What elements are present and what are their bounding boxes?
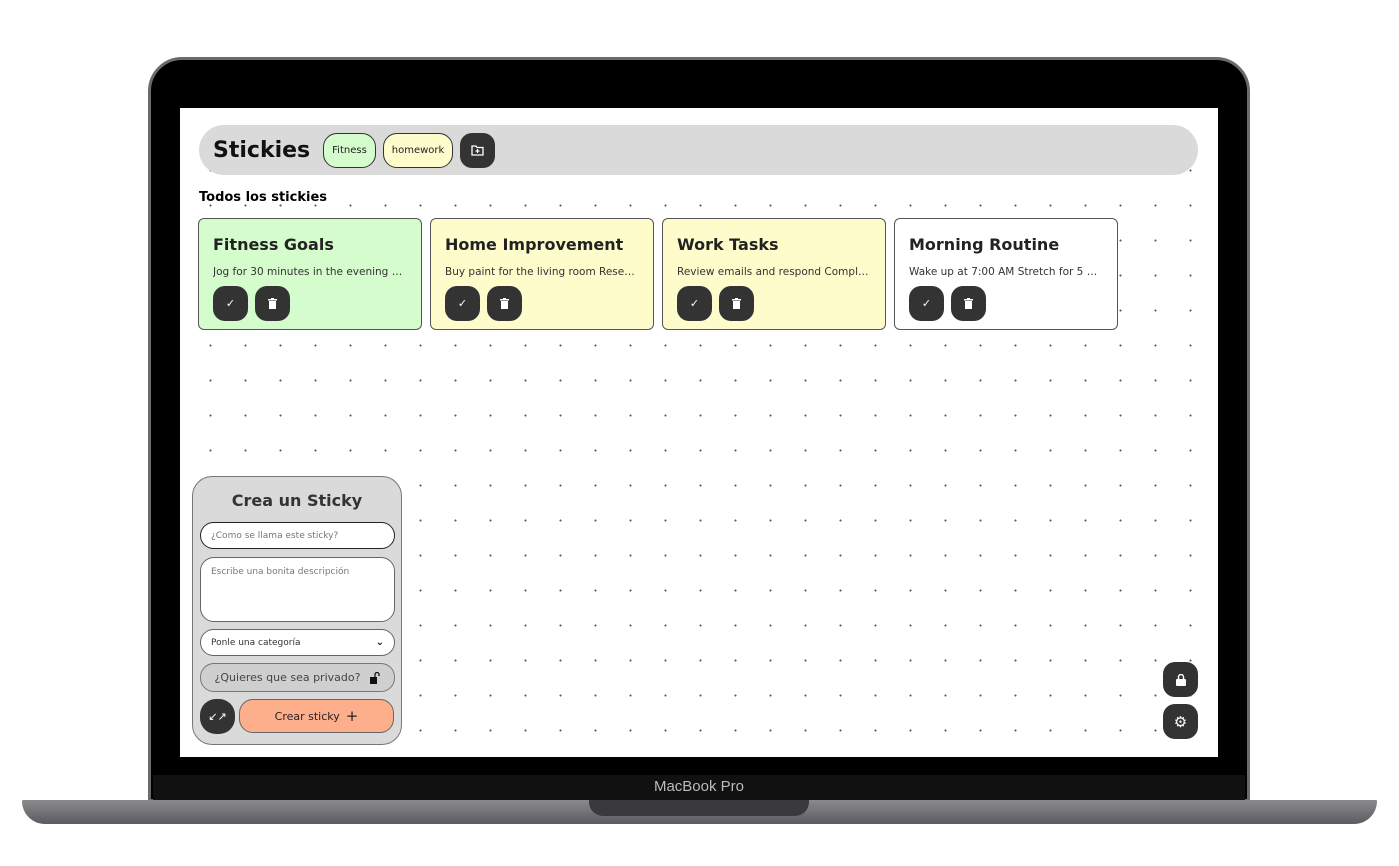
settings-button[interactable]: ⚙ bbox=[1163, 704, 1198, 739]
check-icon: ✓ bbox=[225, 297, 236, 310]
sticky-description: Wake up at 7:00 AM Stretch for 5 minu... bbox=[909, 266, 1103, 278]
device-label: MacBook Pro bbox=[653, 778, 745, 795]
lock-button[interactable] bbox=[1163, 662, 1198, 697]
trash-icon bbox=[268, 298, 277, 309]
trash-icon bbox=[964, 298, 973, 309]
sticky-description-textarea[interactable]: Escribe una bonita descripción bbox=[200, 557, 395, 622]
category-chip-homework[interactable]: homework bbox=[382, 132, 454, 168]
folder-plus-icon bbox=[471, 144, 484, 156]
stickies-list: Fitness Goals Jog for 30 minutes in the … bbox=[198, 218, 1118, 330]
sticky-description: Jog for 30 minutes in the evening Do ... bbox=[213, 266, 407, 278]
app-header: Stickies Fitness homework bbox=[199, 125, 1198, 175]
delete-button[interactable] bbox=[719, 286, 754, 321]
sticky-title: Fitness Goals bbox=[213, 235, 334, 254]
category-select[interactable]: Ponle una categoría ⌄ bbox=[200, 629, 395, 656]
sticky-name-input[interactable]: ¿Como se llama este sticky? bbox=[200, 522, 395, 549]
category-select-value: Ponle una categoría bbox=[211, 637, 301, 648]
private-label: ¿Quieres que sea privado? bbox=[214, 671, 361, 684]
add-category-button[interactable] bbox=[460, 132, 496, 168]
sticky-title: Morning Routine bbox=[909, 235, 1060, 254]
app-screen: Stickies Fitness homework Todos los stic… bbox=[180, 108, 1218, 757]
delete-button[interactable] bbox=[487, 286, 522, 321]
unlock-icon bbox=[370, 671, 381, 684]
sticky-description: Buy paint for the living room Researc... bbox=[445, 266, 639, 278]
laptop-notch bbox=[589, 800, 809, 816]
create-sticky-form: Crea un Sticky ¿Como se llama este stick… bbox=[192, 476, 402, 745]
section-title: Todos los stickies bbox=[199, 190, 327, 205]
laptop-chin: MacBook Pro bbox=[153, 775, 1245, 800]
sticky-card[interactable]: Work Tasks Review emails and respond Com… bbox=[662, 218, 886, 330]
check-icon: ✓ bbox=[689, 297, 700, 310]
sticky-description: Review emails and respond Complete pr... bbox=[677, 266, 871, 278]
trash-icon bbox=[500, 298, 509, 309]
sticky-actions: ✓ bbox=[677, 286, 871, 321]
sticky-actions: ✓ bbox=[445, 286, 639, 321]
check-icon: ✓ bbox=[457, 297, 468, 310]
private-toggle-button[interactable]: ¿Quieres que sea privado? bbox=[200, 663, 395, 692]
complete-button[interactable]: ✓ bbox=[909, 286, 944, 321]
sticky-actions: ✓ bbox=[909, 286, 1103, 321]
gear-icon: ⚙ bbox=[1173, 712, 1188, 731]
delete-button[interactable] bbox=[255, 286, 290, 321]
complete-button[interactable]: ✓ bbox=[213, 286, 248, 321]
chevron-down-icon: ⌄ bbox=[375, 637, 384, 648]
sticky-actions: ✓ bbox=[213, 286, 407, 321]
trash-icon bbox=[732, 298, 741, 309]
delete-button[interactable] bbox=[951, 286, 986, 321]
create-label: Crear sticky bbox=[274, 709, 340, 723]
collapse-icon: ↙↗ bbox=[208, 710, 227, 723]
category-chip-fitness[interactable]: Fitness bbox=[323, 132, 376, 168]
collapse-form-button[interactable]: ↙↗ bbox=[200, 699, 235, 734]
sticky-title: Home Improvement bbox=[445, 235, 624, 254]
form-title: Crea un Sticky bbox=[231, 491, 363, 510]
complete-button[interactable]: ✓ bbox=[445, 286, 480, 321]
lock-icon bbox=[1175, 673, 1186, 686]
app-title: Stickies bbox=[213, 137, 311, 163]
plus-icon: + bbox=[345, 707, 359, 725]
sticky-card[interactable]: Fitness Goals Jog for 30 minutes in the … bbox=[198, 218, 422, 330]
sticky-card[interactable]: Home Improvement Buy paint for the livin… bbox=[430, 218, 654, 330]
sticky-card[interactable]: Morning Routine Wake up at 7:00 AM Stret… bbox=[894, 218, 1118, 330]
sticky-title: Work Tasks bbox=[677, 235, 779, 254]
create-sticky-button[interactable]: Crear sticky + bbox=[239, 699, 394, 733]
complete-button[interactable]: ✓ bbox=[677, 286, 712, 321]
check-icon: ✓ bbox=[921, 297, 932, 310]
